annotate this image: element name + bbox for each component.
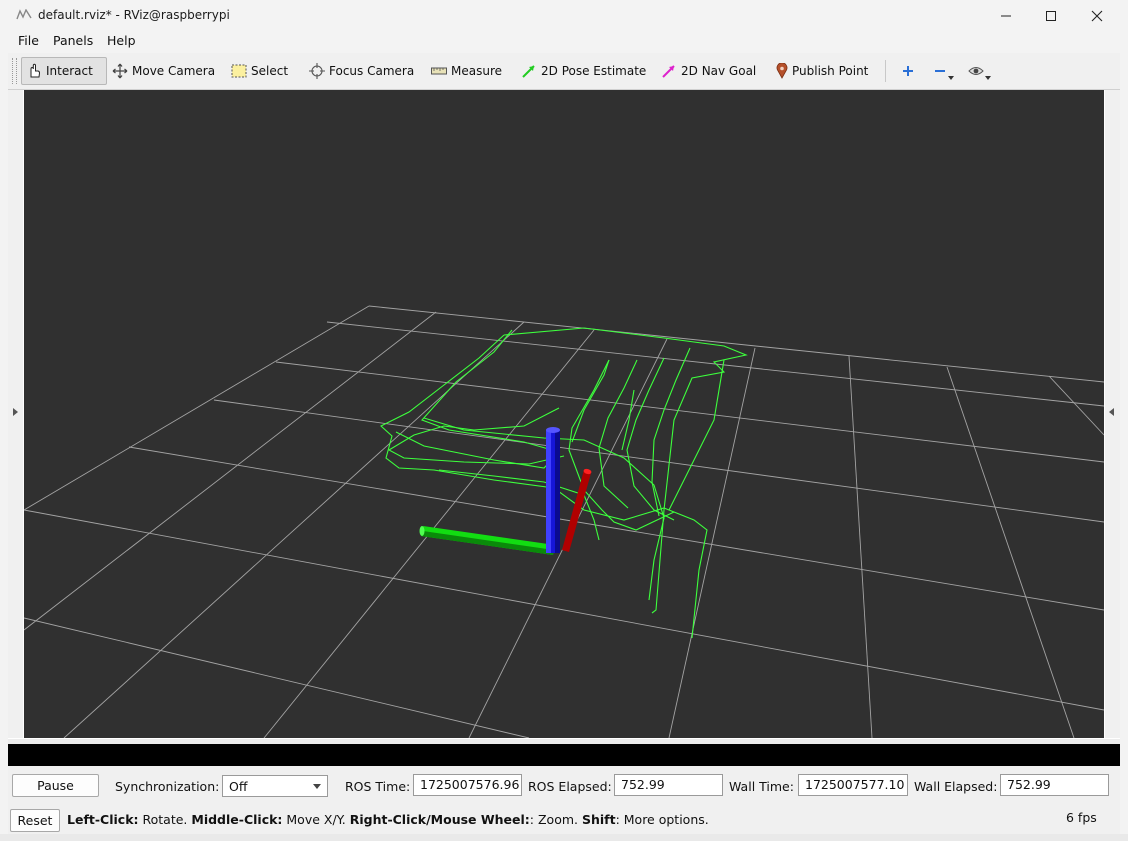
minus-icon [935,70,945,72]
toolbar-separator [885,60,886,82]
ruler-icon [431,67,447,75]
map-pin-icon [776,63,788,79]
synchronization-value: Off [229,778,248,794]
maximize-button[interactable] [1028,0,1074,31]
tool-select-button[interactable]: Select [227,57,291,85]
tool-publish-point-button[interactable]: Publish Point [772,57,870,85]
tool-interact-button[interactable]: Interact [21,57,107,85]
remove-tool-button[interactable] [930,57,958,85]
tool-measure-label: Measure [451,64,502,78]
tools-toolbar: Interact Move Camera Select Focus Camera… [8,53,1120,90]
expand-left-arrow-icon [13,408,18,416]
ros-time-field[interactable]: 1725007576.96 [413,774,522,796]
hint-left-value: Rotate. [138,812,192,827]
render-viewport-3d[interactable] [24,90,1104,738]
close-icon [1091,10,1103,21]
right-panel-collapse-bar[interactable] [1105,90,1120,738]
wall-time-label: Wall Time: [729,779,794,794]
hint-right-key: Right-Click/Mouse Wheel: [349,812,530,827]
view-options-button[interactable] [964,57,994,85]
hint-middle-key: Middle-Click: [191,812,283,827]
time-panel: Pause Synchronization: Off ROS Time: 172… [8,766,1120,806]
menu-file[interactable]: File [18,33,39,48]
focus-crosshair-icon [309,63,325,79]
add-tool-button[interactable] [898,57,918,85]
tool-measure-button[interactable]: Measure [427,57,507,85]
expand-right-arrow-icon [1109,408,1114,416]
tool-publish-point-label: Publish Point [792,64,869,78]
fps-counter: 6 fps [1066,810,1097,825]
robot-trajectory-path [380,327,748,639]
dropdown-arrow-icon [985,76,991,80]
wall-time-field[interactable]: 1725007577.10 [798,774,908,796]
ros-elapsed-field[interactable]: 752.99 [614,774,723,796]
plus-icon [903,66,913,76]
minimize-button[interactable] [983,0,1029,31]
nav-goal-arrow-icon [662,65,675,78]
synchronization-label: Synchronization: [115,779,220,794]
scene-canvas [24,305,1104,738]
window-frame-left [0,31,8,834]
select-rectangle-icon [231,64,247,78]
bottom-dock-area [8,744,1120,766]
wall-elapsed-label: Wall Elapsed: [914,779,998,794]
maximize-icon [1046,10,1056,21]
hint-left-key: Left-Click: [67,812,139,827]
base-link-axes [419,427,592,555]
wall-elapsed-field[interactable]: 752.99 [1000,774,1109,796]
reset-button[interactable]: Reset [10,809,60,832]
hint-middle-value: Move X/Y. [282,812,350,827]
hint-right-value: : Zoom. [529,812,582,827]
pause-button[interactable]: Pause [12,774,99,797]
tool-2d-nav-goal-button[interactable]: 2D Nav Goal [657,57,757,85]
close-button[interactable] [1074,0,1120,31]
move-arrows-icon [112,63,128,79]
ground-grid [24,305,1104,738]
menu-panels[interactable]: Panels [53,33,93,48]
window-title: default.rviz* - RViz@raspberrypi [38,8,230,22]
tool-select-label: Select [251,64,289,78]
minimize-icon [1001,15,1011,16]
left-panel-collapse-bar[interactable] [8,90,23,738]
tool-interact-label: Interact [46,64,93,78]
tool-focus-camera-label: Focus Camera [329,64,415,78]
window-frame-bottom [0,834,1128,841]
ros-time-label: ROS Time: [345,779,411,794]
mouse-hint-text: Left-Click: Rotate. Middle-Click: Move X… [67,812,709,827]
menu-bar: File Panels Help [0,31,1128,53]
eye-icon [968,67,984,75]
tool-2d-pose-estimate-label: 2D Pose Estimate [541,64,647,78]
tool-2d-nav-goal-label: 2D Nav Goal [681,64,757,78]
hint-shift-value: : More options. [615,812,709,827]
menu-help[interactable]: Help [107,33,136,48]
chevron-down-icon [313,783,321,789]
tool-move-camera-button[interactable]: Move Camera [108,57,216,85]
tool-focus-camera-button[interactable]: Focus Camera [305,57,415,85]
tool-move-camera-label: Move Camera [132,64,216,78]
hint-shift-key: Shift [581,812,616,827]
tool-2d-pose-estimate-button[interactable]: 2D Pose Estimate [517,57,646,85]
ros-elapsed-label: ROS Elapsed: [528,779,612,794]
hand-pointer-icon [30,63,41,78]
toolbar-grip-handle[interactable] [12,58,17,84]
synchronization-select[interactable]: Off [222,775,328,797]
window-frame-right [1120,31,1128,834]
dropdown-arrow-icon [948,76,954,80]
status-bar: Reset Left-Click: Rotate. Middle-Click: … [8,806,1120,834]
pose-arrow-icon [522,65,535,78]
rviz-app-icon [16,9,32,20]
title-bar[interactable]: default.rviz* - RViz@raspberrypi [0,0,1128,31]
